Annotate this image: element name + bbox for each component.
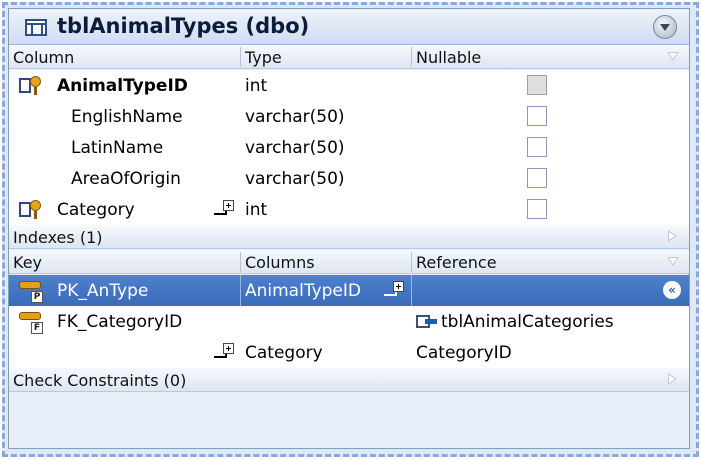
nullable-checkbox[interactable] bbox=[527, 199, 547, 219]
key-columns[interactable]: Category bbox=[245, 343, 323, 363]
columns-header: Column Type Nullable bbox=[9, 45, 689, 69]
key-header[interactable]: Key bbox=[13, 253, 42, 272]
table-icon bbox=[25, 19, 47, 36]
column-type[interactable]: int bbox=[245, 200, 267, 220]
table-design-panel: tblAnimalTypes (dbo) Column Type Nullabl… bbox=[8, 8, 690, 449]
expand-relation-icon[interactable] bbox=[384, 281, 404, 301]
column-row[interactable]: EnglishName varchar(50) bbox=[9, 101, 689, 132]
column-name[interactable]: Category bbox=[57, 200, 135, 220]
nullable-checkbox[interactable] bbox=[527, 137, 547, 157]
nullable-checkbox[interactable] bbox=[527, 106, 547, 126]
expand-arrow-icon[interactable] bbox=[668, 230, 677, 242]
column-type[interactable]: varchar(50) bbox=[245, 169, 345, 189]
keys-header: Key Columns Reference bbox=[9, 250, 689, 274]
column-type[interactable]: int bbox=[245, 76, 267, 96]
check-constraints-section-header[interactable]: Check Constraints (0) bbox=[9, 368, 689, 392]
foreign-key-icon: F bbox=[19, 310, 43, 334]
column-name[interactable]: AnimalTypeID bbox=[57, 76, 188, 96]
column-name[interactable]: EnglishName bbox=[71, 107, 183, 127]
key-reference[interactable]: CategoryID bbox=[416, 343, 512, 363]
title-bar[interactable]: tblAnimalTypes (dbo) bbox=[9, 9, 689, 45]
reference-header[interactable]: Reference bbox=[416, 253, 497, 272]
column-row[interactable]: AnimalTypeID int bbox=[9, 70, 689, 101]
expand-relation-icon[interactable] bbox=[214, 200, 234, 220]
foreign-key-column-icon bbox=[19, 200, 43, 220]
key-columns[interactable]: AnimalTypeID bbox=[245, 281, 361, 301]
key-row[interactable]: Category CategoryID bbox=[9, 337, 689, 368]
column-row[interactable]: Category int bbox=[9, 194, 689, 225]
column-row[interactable]: LatinName varchar(50) bbox=[9, 132, 689, 163]
column-type[interactable]: varchar(50) bbox=[245, 138, 345, 158]
nullable-checkbox[interactable] bbox=[527, 168, 547, 188]
key-row[interactable]: F FK_CategoryID tblAnimalCategories bbox=[9, 306, 689, 337]
collapse-details-icon[interactable]: « bbox=[663, 281, 681, 299]
column-type[interactable]: varchar(50) bbox=[245, 107, 345, 127]
collapse-icon[interactable] bbox=[653, 15, 677, 39]
column-separator[interactable] bbox=[240, 47, 241, 67]
key-reference[interactable]: tblAnimalCategories bbox=[441, 312, 614, 332]
nullable-header[interactable]: Nullable bbox=[416, 48, 481, 67]
referenced-table-icon bbox=[416, 314, 438, 330]
dropdown-arrow-icon[interactable] bbox=[667, 257, 679, 266]
columns-header-label[interactable]: Columns bbox=[245, 253, 315, 272]
table-title: tblAnimalTypes (dbo) bbox=[57, 14, 310, 38]
column-name[interactable]: LatinName bbox=[71, 138, 163, 158]
expand-relation-icon[interactable] bbox=[214, 343, 234, 363]
type-header[interactable]: Type bbox=[245, 48, 282, 67]
column-header[interactable]: Column bbox=[13, 48, 74, 67]
key-name[interactable]: FK_CategoryID bbox=[57, 312, 182, 332]
column-name[interactable]: AreaOfOrigin bbox=[71, 169, 181, 189]
check-constraints-label: Check Constraints (0) bbox=[13, 371, 187, 390]
expand-arrow-icon[interactable] bbox=[668, 373, 677, 385]
indexes-label: Indexes (1) bbox=[13, 228, 103, 247]
column-separator[interactable] bbox=[411, 47, 412, 67]
dropdown-arrow-icon[interactable] bbox=[667, 52, 679, 61]
nullable-checkbox bbox=[527, 75, 547, 95]
primary-key-icon: P bbox=[19, 279, 43, 303]
indexes-section-header[interactable]: Indexes (1) bbox=[9, 225, 689, 249]
column-separator[interactable] bbox=[411, 252, 412, 272]
key-row-selected[interactable]: P PK_AnType AnimalTypeID « bbox=[9, 275, 689, 306]
column-row[interactable]: AreaOfOrigin varchar(50) bbox=[9, 163, 689, 194]
column-separator[interactable] bbox=[240, 252, 241, 272]
primary-key-column-icon bbox=[19, 76, 43, 96]
key-name[interactable]: PK_AnType bbox=[57, 281, 148, 301]
